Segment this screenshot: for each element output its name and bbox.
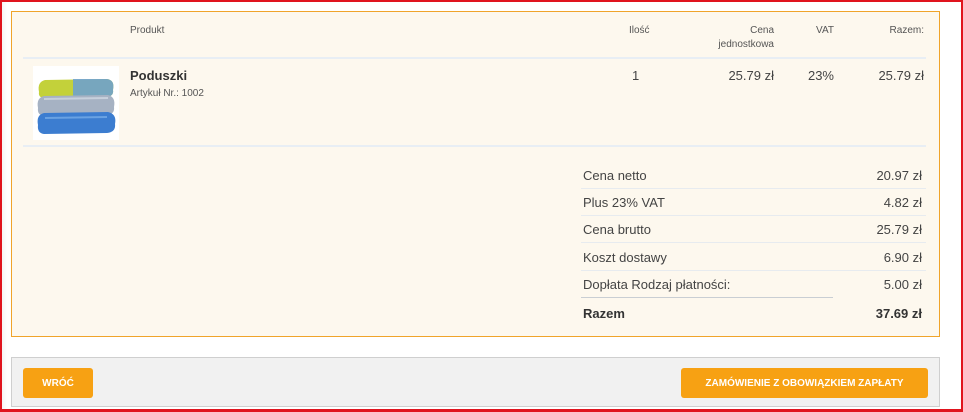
highlight-frame	[0, 0, 963, 412]
